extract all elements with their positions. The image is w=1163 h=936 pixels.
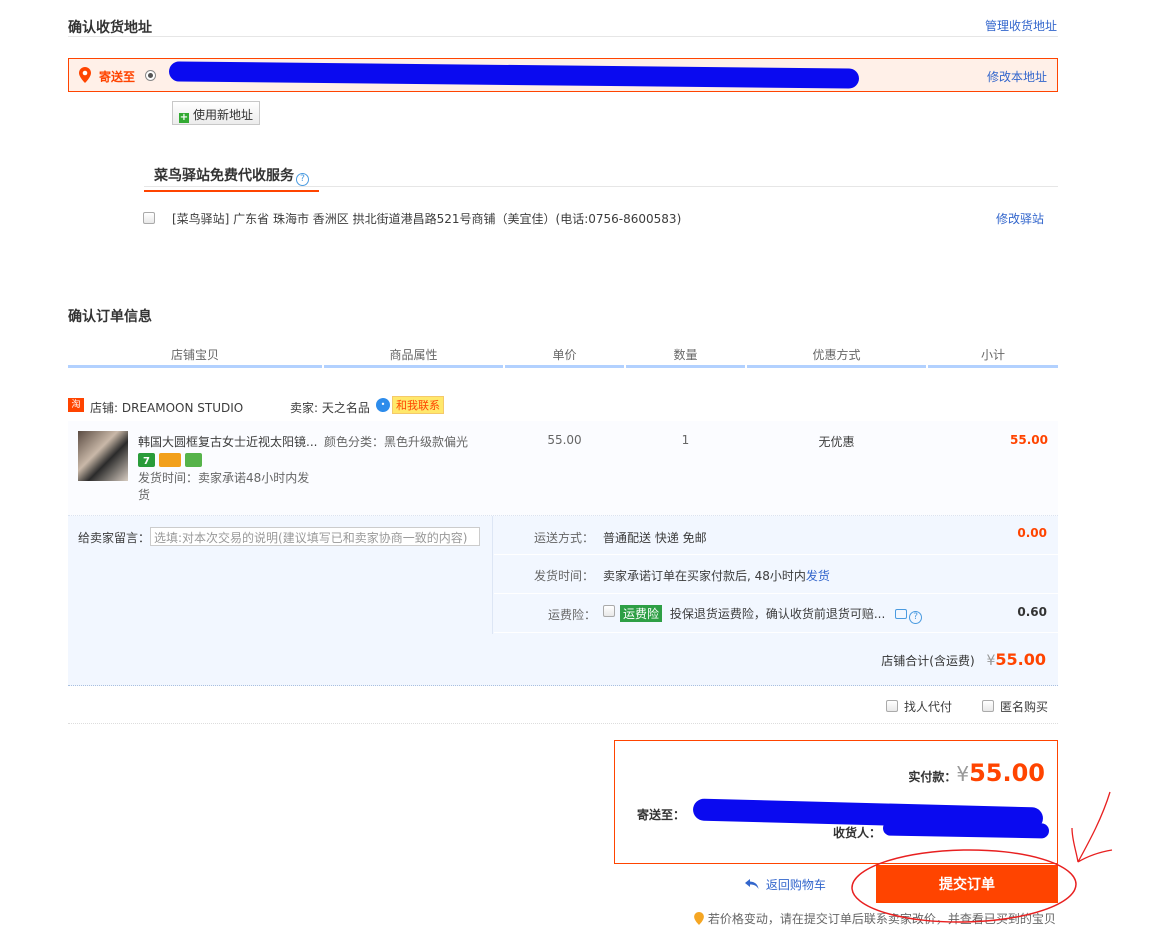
insurance-tag: 运费险 xyxy=(620,605,663,622)
send-to-label: 寄送至： xyxy=(637,808,686,822)
column-header-item: 店铺宝贝 xyxy=(170,348,219,362)
service-badge-icon xyxy=(185,453,202,467)
message-label: 给卖家留言： xyxy=(78,531,151,545)
unit-price: 55.00 xyxy=(547,433,582,447)
message-area: 给卖家留言： 选填:对本次交易的说明(建议填写已和卖家协商一致的内容) xyxy=(68,516,493,634)
proxy-pay-checkbox[interactable] xyxy=(886,700,898,712)
shop-name[interactable]: 店铺: DREAMOON STUDIO xyxy=(90,399,243,416)
cainiao-title-text: 菜鸟驿站免费代收服务 xyxy=(154,168,294,184)
shipping-method-value: 普通配送 快递 免邮 xyxy=(603,531,707,545)
contact-seller-label: 和我联系 xyxy=(392,396,444,414)
anonymous-label: 匿名购买 xyxy=(1000,700,1049,714)
help-icon[interactable]: ? xyxy=(909,611,923,624)
ship-time-label: 发货时间： xyxy=(534,569,595,583)
ship-time-value: 卖家承诺订单在买家付款后, 48小时内发货 xyxy=(603,567,830,584)
header-underline xyxy=(505,365,624,368)
comment-icon[interactable] xyxy=(895,609,908,619)
anonymous-checkbox[interactable] xyxy=(982,700,994,712)
product-name-link[interactable]: 韩国大圆框复古女士近视太阳镜... xyxy=(138,433,320,450)
header-underline xyxy=(626,365,745,368)
cainiao-title: 菜鸟驿站免费代收服务? xyxy=(144,165,319,192)
shipping-method-label: 运送方式： xyxy=(534,531,595,545)
use-new-address-button[interactable]: + 使用新地址 xyxy=(172,101,260,125)
shop-total-amount: 55.00 xyxy=(995,650,1046,669)
use-new-address-label: 使用新地址 xyxy=(193,108,254,122)
seven-day-return-icon: 7 xyxy=(138,453,155,467)
svg-text:7: 7 xyxy=(143,456,150,467)
column-header-attribute: 商品属性 xyxy=(389,348,438,362)
insurance-label: 运费险： xyxy=(548,608,597,622)
header-underline xyxy=(928,365,1058,368)
send-to-label: 寄送至 xyxy=(99,70,136,84)
credit-card-icon xyxy=(159,453,181,467)
item-subtotal: 55.00 xyxy=(1010,433,1048,447)
seller-name: 卖家: 天之名品 xyxy=(290,401,370,415)
shop-total: 店铺合计(含运费) ¥55.00 xyxy=(881,650,1046,669)
product-ship-time: 发货时间：卖家承诺48小时内发货 xyxy=(138,471,310,502)
address-section-title: 确认收货地址 xyxy=(68,20,152,36)
insurance-cost: 0.60 xyxy=(1017,605,1047,619)
help-icon[interactable]: ? xyxy=(296,173,309,186)
back-to-cart-link[interactable]: 返回购物车 xyxy=(766,878,826,892)
insurance-info: 运费险 投保退货运费险，确认收货前退货可赔... ? xyxy=(620,605,923,624)
discount-method: 无优惠 xyxy=(818,435,855,449)
address-radio[interactable] xyxy=(145,70,156,81)
ship-time-link[interactable]: 发货 xyxy=(806,569,830,583)
shipping-method-row: 运送方式： 普通配送 快递 免邮 0.00 xyxy=(494,516,1058,555)
divider xyxy=(68,723,1058,724)
ship-time-text: 卖家承诺订单在买家付款后, 48小时内 xyxy=(603,569,806,583)
header-underline xyxy=(324,365,503,368)
shipping-cost: 0.00 xyxy=(1017,526,1047,540)
header-underline xyxy=(747,365,926,368)
back-to-cart[interactable]: 返回购物车 xyxy=(744,876,826,893)
divider xyxy=(68,36,1058,37)
proxy-pay-label: 找人代付 xyxy=(904,700,953,714)
ship-time-row: 发货时间： 卖家承诺订单在买家付款后, 48小时内发货 xyxy=(494,555,1058,594)
column-header-discount: 优惠方式 xyxy=(812,348,861,362)
column-header-subtotal: 小计 xyxy=(980,348,1005,362)
shop-total-row: 店铺合计(含运费) ¥55.00 xyxy=(68,634,1058,686)
manage-address-link[interactable]: 管理收货地址 xyxy=(985,17,1057,34)
insurance-checkbox[interactable] xyxy=(603,605,615,617)
return-arrow-icon xyxy=(745,879,759,889)
cainiao-station-text: [菜鸟驿站] 广东省 珠海市 香洲区 拱北街道港昌路521号商铺（美宜佳）(电话… xyxy=(172,212,682,226)
annotation-circle xyxy=(851,849,1077,923)
order-section-title: 确认订单信息 xyxy=(68,309,152,325)
chat-icon: • xyxy=(376,398,390,412)
redacted-address xyxy=(168,61,860,89)
bulb-icon xyxy=(694,912,704,925)
insurance-text: 投保退货运费险，确认收货前退货可赔... xyxy=(669,607,886,621)
product-thumbnail[interactable] xyxy=(78,431,128,481)
shop-total-label: 店铺合计(含运费) xyxy=(881,654,975,668)
edit-station-link[interactable]: 修改驿站 xyxy=(996,210,1044,227)
insurance-row: 运费险： 运费险 投保退货运费险，确认收货前退货可赔... ? 0.60 xyxy=(494,594,1058,633)
annotation-overlay xyxy=(851,791,1113,923)
product-attribute: 颜色分类：黑色升级款偏光 xyxy=(324,435,469,449)
taobao-shop-icon: 淘 xyxy=(68,398,84,412)
contact-seller[interactable]: • 和我联系 xyxy=(376,396,444,414)
location-pin-icon xyxy=(79,67,91,83)
column-header-price: 单价 xyxy=(552,348,577,362)
annotation-arrow xyxy=(1071,791,1113,863)
edit-address-link[interactable]: 修改本地址 xyxy=(987,68,1047,85)
plus-icon: + xyxy=(179,112,189,123)
message-input[interactable]: 选填:对本次交易的说明(建议填写已和卖家协商一致的内容) xyxy=(150,527,480,546)
order-service-panel: 给卖家留言： 选填:对本次交易的说明(建议填写已和卖家协商一致的内容) 运送方式… xyxy=(68,516,1058,634)
cainiao-checkbox[interactable] xyxy=(143,212,155,224)
header-underline xyxy=(68,365,322,368)
column-header-quantity: 数量 xyxy=(673,348,698,362)
quantity: 1 xyxy=(681,433,690,447)
selected-address-row[interactable]: 寄送至 修改本地址 xyxy=(68,58,1058,92)
